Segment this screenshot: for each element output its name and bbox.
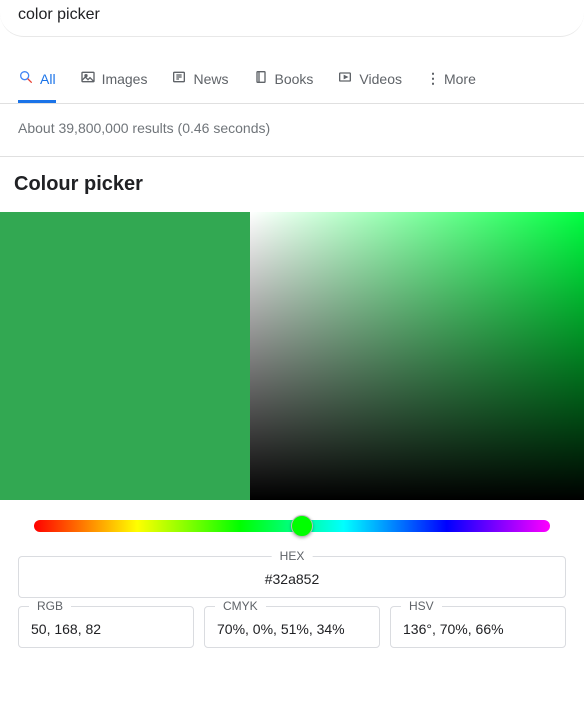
tab-books[interactable]: Books [253,55,314,103]
tab-label: All [40,71,56,87]
hue-slider[interactable] [34,520,550,532]
cmyk-field[interactable]: CMYK 70%, 0%, 51%, 34% [204,606,380,648]
video-icon [337,69,353,88]
hex-field[interactable]: HEX #32a852 [18,556,566,598]
tab-label: Videos [359,71,402,87]
rgb-field[interactable]: RGB 50, 168, 82 [18,606,194,648]
color-values: HEX #32a852 RGB 50, 168, 82 CMYK 70%, 0%… [0,556,584,664]
satval-black-layer [250,212,584,500]
tab-all[interactable]: All [18,55,56,103]
hsv-label: HSV [401,599,442,613]
hsv-field[interactable]: HSV 136°, 70%, 66% [390,606,566,648]
result-tabs: All Images News Books Videos ⋮ More [0,55,584,104]
hue-handle[interactable] [291,515,313,537]
rgb-label: RGB [29,599,71,613]
book-icon [253,69,269,88]
tab-label: More [444,71,476,87]
picker-row [0,212,584,500]
hue-slider-wrap [0,500,584,548]
tab-more[interactable]: ⋮ More [426,56,476,102]
image-icon [80,69,96,88]
news-icon [171,69,187,88]
tab-images[interactable]: Images [80,55,148,103]
search-icon [18,69,34,88]
hsv-value: 136°, 70%, 66% [403,621,553,637]
tab-label: News [193,71,228,87]
tab-videos[interactable]: Videos [337,55,402,103]
saturation-value-area[interactable] [250,212,584,500]
tab-news[interactable]: News [171,55,228,103]
color-swatch [0,212,250,500]
tab-label: Images [102,71,148,87]
search-input[interactable] [18,2,566,28]
more-icon: ⋮ [426,70,438,87]
cmyk-value: 70%, 0%, 51%, 34% [217,621,367,637]
result-stats: About 39,800,000 results (0.46 seconds) [0,104,584,152]
widget-title: Colour picker [0,173,584,212]
cmyk-label: CMYK [215,599,266,613]
hex-value: #32a852 [31,571,553,587]
tab-label: Books [275,71,314,87]
search-bar [0,0,584,37]
rgb-value: 50, 168, 82 [31,621,181,637]
color-picker-widget: Colour picker HEX #32a852 RGB 50, 168, 8… [0,156,584,664]
hex-label: HEX [272,549,313,563]
